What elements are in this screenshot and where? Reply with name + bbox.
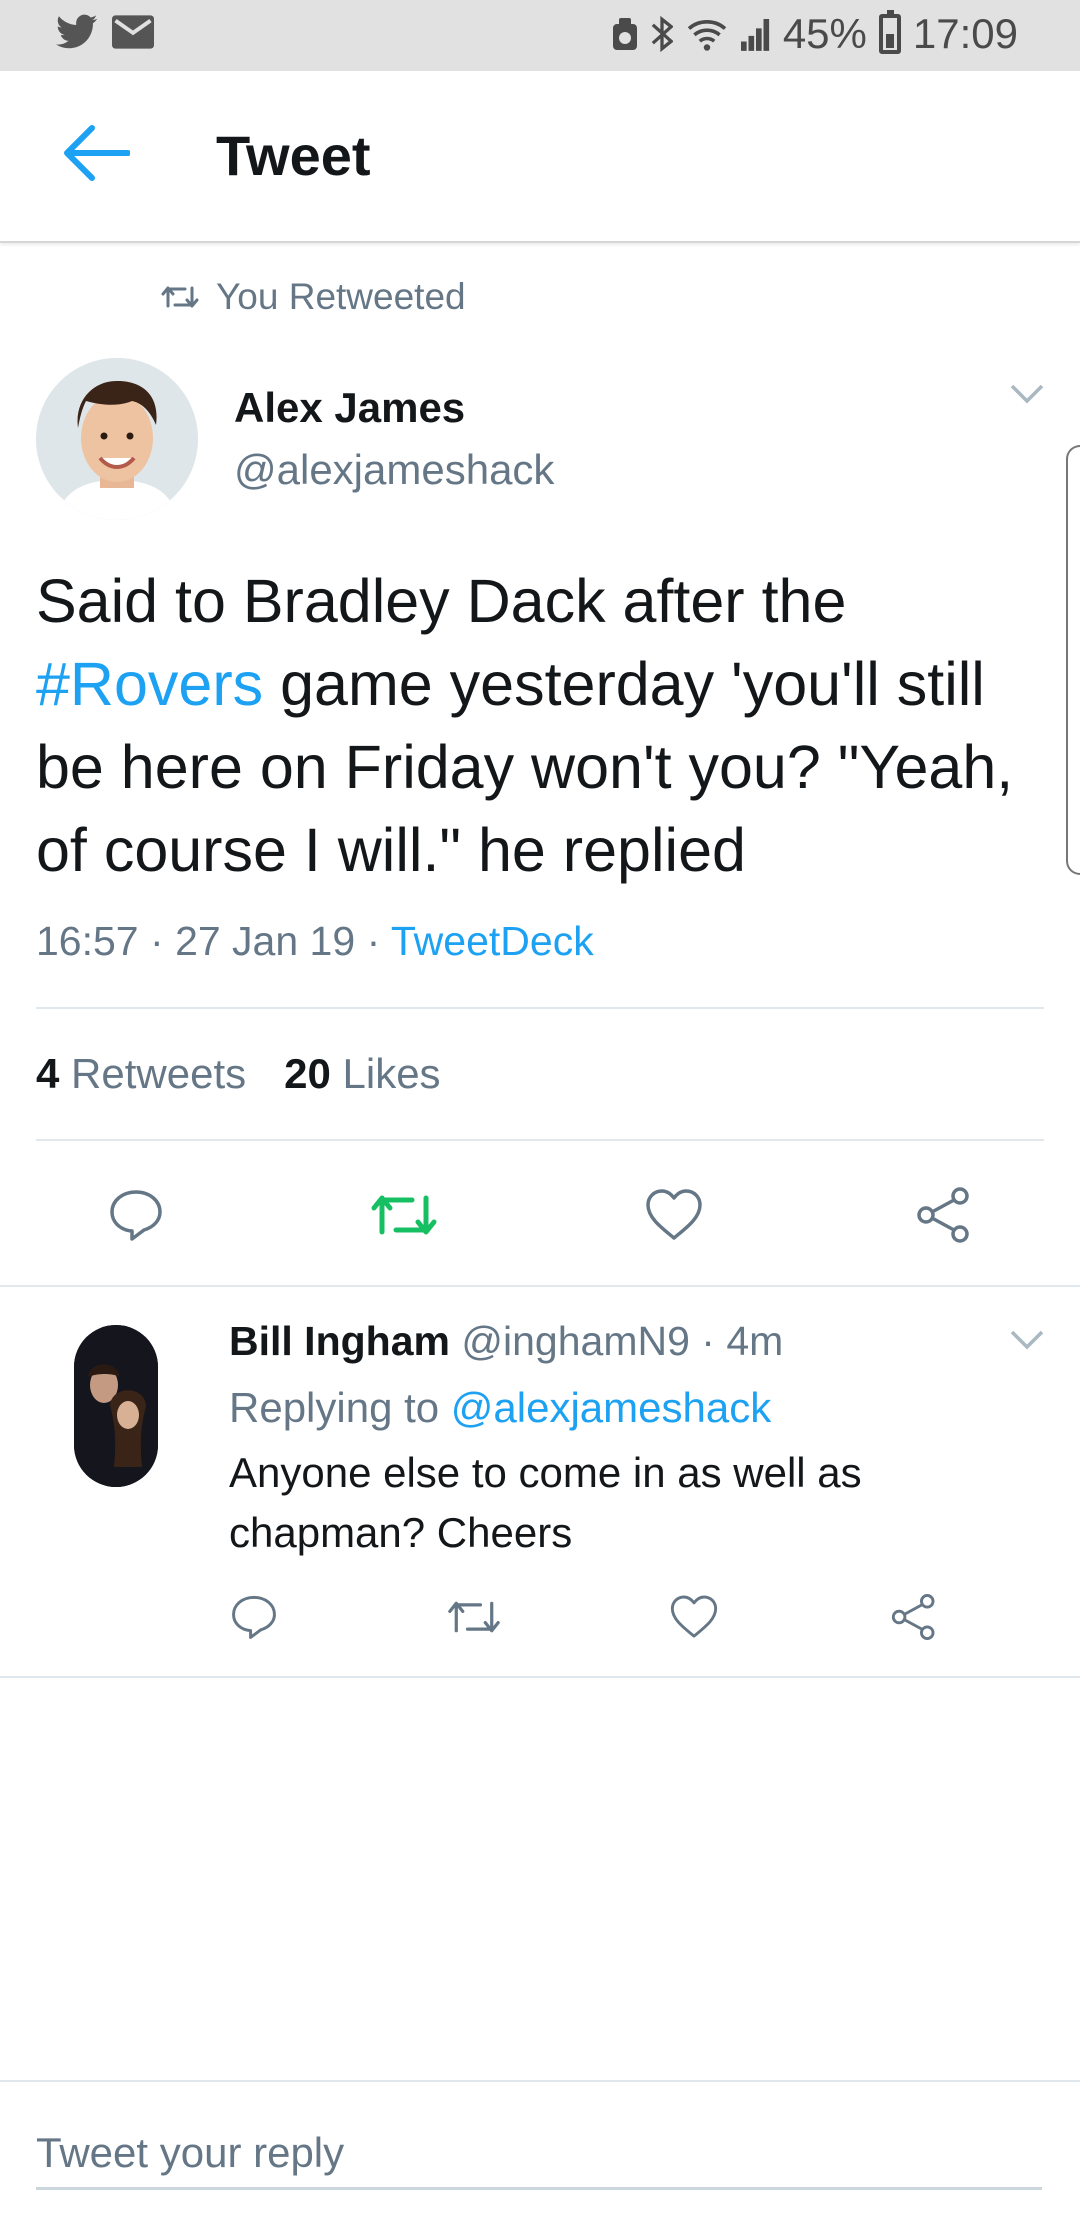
meta-separator: ·: [701, 1318, 727, 1364]
reply-author-name[interactable]: Bill Ingham: [229, 1318, 450, 1364]
reply-actions: [0, 1582, 1080, 1652]
retweet-label: Retweets: [71, 1050, 247, 1097]
bluetooth-icon: [651, 15, 673, 53]
app-header: Tweet: [0, 71, 1080, 243]
replying-to: Replying to @alexjameshack: [229, 1384, 771, 1432]
battery-percent: 45%: [782, 10, 867, 57]
like-count: 20: [284, 1050, 331, 1097]
reply-input[interactable]: [36, 2118, 1042, 2190]
tweet-meta: 16:57 · 27 Jan 19 · TweetDeck: [36, 918, 594, 965]
reply-text: Anyone else to come in as well as chapma…: [229, 1449, 862, 1556]
retweet-count: 4: [36, 1050, 60, 1097]
reply-menu-button[interactable]: [1010, 1330, 1044, 1355]
system-status: 45% 17:09: [611, 10, 1018, 58]
clock: 17:09: [912, 10, 1018, 57]
meta-separator: ·: [150, 918, 176, 964]
tweet-text: Said to Bradley Dack after the #Rovers g…: [36, 560, 1046, 892]
status-bar: 45% 17:09: [0, 0, 1080, 71]
retweet-context-label: You Retweeted: [216, 276, 466, 317]
scroll-indicator: [1066, 445, 1080, 875]
tweet-stats: 4 Retweets 20 Likes: [36, 1050, 441, 1098]
twitter-bird-icon: [56, 14, 98, 50]
like-label: Likes: [342, 1050, 441, 1097]
heart-icon: [670, 1595, 718, 1638]
reply-button[interactable]: [96, 1175, 176, 1255]
share-icon: [891, 1594, 935, 1640]
replying-label: Replying to: [229, 1384, 440, 1431]
retweet-icon: [161, 286, 199, 308]
compose-bar: [0, 2080, 1080, 2220]
share-icon: [917, 1187, 969, 1243]
signal-icon: [740, 17, 771, 51]
likes-stat[interactable]: 20 Likes: [284, 1050, 440, 1098]
tweet-menu-button[interactable]: [1010, 384, 1044, 409]
reply-header: Bill Ingham @inghamN9 · 4m: [229, 1318, 783, 1365]
meta-separator: ·: [366, 918, 391, 964]
reply-button[interactable]: [214, 1582, 294, 1652]
battery-icon: [878, 10, 901, 54]
divider: [0, 1676, 1080, 1678]
retweet-icon: [371, 1195, 437, 1235]
hashtag-link[interactable]: #Rovers: [36, 650, 263, 718]
retweet-icon: [448, 1601, 500, 1633]
heart-icon: [646, 1189, 702, 1240]
back-button[interactable]: [56, 113, 136, 193]
chevron-down-icon: [1010, 1330, 1044, 1350]
retweet-context: You Retweeted: [160, 276, 466, 318]
avatar[interactable]: [36, 358, 198, 520]
divider: [36, 1139, 1044, 1141]
share-button[interactable]: [904, 1175, 984, 1255]
back-arrow-icon: [64, 125, 130, 181]
like-button[interactable]: [634, 1175, 714, 1255]
tweet-source-link[interactable]: TweetDeck: [391, 918, 594, 964]
retweets-stat[interactable]: 4 Retweets: [36, 1050, 246, 1098]
reply-author-handle[interactable]: @inghamN9: [461, 1318, 690, 1364]
wifi-icon: [685, 16, 729, 52]
replying-to-handle[interactable]: @alexjameshack: [451, 1384, 771, 1431]
retweet-button[interactable]: [364, 1175, 444, 1255]
notification-icons: [56, 14, 154, 50]
like-button[interactable]: [654, 1582, 734, 1652]
retweet-button[interactable]: [434, 1582, 514, 1652]
tweet-actions: [0, 1175, 1080, 1255]
reply-avatar[interactable]: [74, 1325, 158, 1487]
author-name[interactable]: Alex James: [234, 384, 465, 432]
page-title: Tweet: [216, 124, 371, 187]
mail-icon: [112, 15, 154, 49]
tweet-time: 16:57: [36, 918, 139, 964]
author-handle[interactable]: @alexjameshack: [234, 446, 554, 494]
share-button[interactable]: [874, 1582, 954, 1652]
reply-icon: [110, 1190, 162, 1241]
tweet-date: 27 Jan 19: [175, 918, 356, 964]
divider: [0, 1285, 1080, 1287]
chevron-down-icon: [1010, 384, 1044, 404]
reply-icon: [232, 1595, 276, 1639]
tweet-text-part: Said to Bradley Dack after the: [36, 567, 847, 635]
divider: [36, 1007, 1044, 1009]
reply-age: 4m: [726, 1318, 784, 1364]
data-saver-icon: [611, 16, 639, 52]
